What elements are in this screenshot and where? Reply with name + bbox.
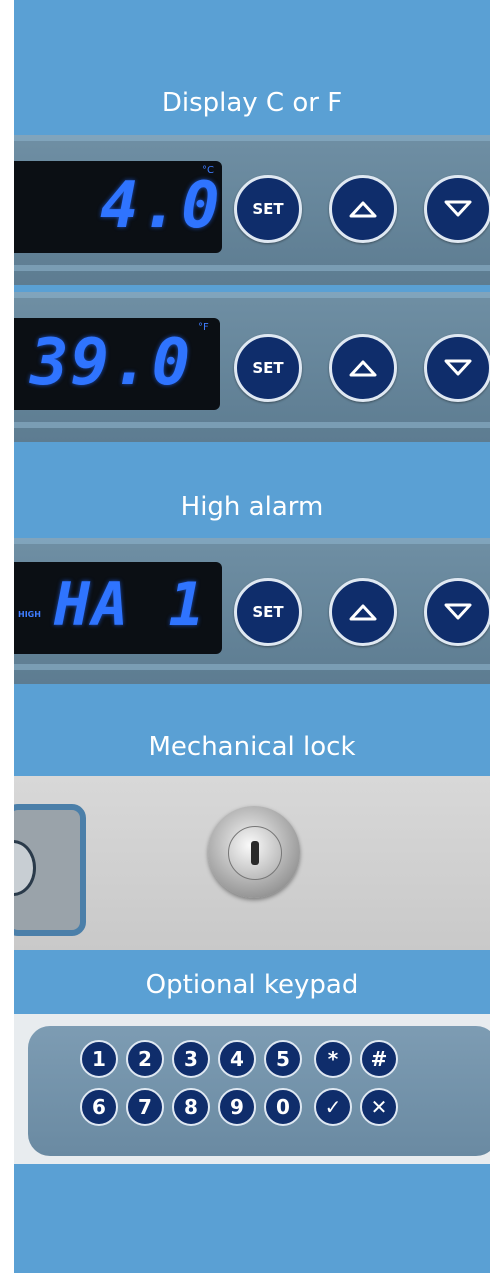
up-button[interactable] (329, 175, 397, 243)
keypad-key[interactable]: ✕ (360, 1088, 398, 1126)
down-arrow-icon (444, 603, 472, 620)
caption-high-alarm: High alarm (180, 492, 324, 522)
set-button[interactable]: SET (234, 334, 302, 402)
up-arrow-icon (349, 201, 377, 218)
alarm-code: HA 1 (54, 570, 207, 640)
up-button[interactable] (329, 578, 397, 646)
caption-keypad: Optional keypad (145, 970, 359, 1000)
set-button[interactable]: SET (234, 578, 302, 646)
unit-indicator: °F (198, 322, 209, 333)
keypad-key[interactable]: 9 (218, 1088, 256, 1126)
keypad-key[interactable]: 2 (126, 1040, 164, 1078)
temperature-reading: 39.0 (30, 326, 193, 400)
key-lock-icon[interactable] (208, 806, 300, 898)
lcd-display: HIGH HA 1 (14, 562, 222, 654)
down-arrow-icon (444, 200, 472, 217)
keypad-key[interactable]: 3 (172, 1040, 210, 1078)
keypad-key[interactable]: 6 (80, 1088, 118, 1126)
keypad-key[interactable]: 7 (126, 1088, 164, 1126)
unit-indicator: °C (202, 165, 214, 176)
caption-display: Display C or F (161, 88, 343, 118)
lcd-display: 39.0 °F (14, 318, 220, 410)
down-button[interactable] (424, 578, 490, 646)
caption-lock: Mechanical lock (148, 732, 356, 762)
up-arrow-icon (349, 604, 377, 621)
up-button[interactable] (329, 334, 397, 402)
keypad-key[interactable]: ✓ (314, 1088, 352, 1126)
keypad-key[interactable]: 4 (218, 1040, 256, 1078)
down-button[interactable] (424, 334, 490, 402)
down-arrow-icon (444, 359, 472, 376)
control-panel-celsius: 4.0 °C SET (14, 135, 490, 285)
lcd-display: 4.0 °C (14, 161, 222, 253)
keypad-key[interactable]: 8 (172, 1088, 210, 1126)
keypad-key[interactable]: 1 (80, 1040, 118, 1078)
keypad-plate: 1 2 3 4 5 * # 6 7 8 9 0 ✓ ✕ (28, 1026, 490, 1156)
high-indicator: HIGH (18, 610, 41, 619)
keypad-key[interactable]: # (360, 1040, 398, 1078)
set-button[interactable]: SET (234, 175, 302, 243)
keypad-key[interactable]: 0 (264, 1088, 302, 1126)
temperature-reading: 4.0 (100, 169, 222, 243)
keypad-key[interactable]: 5 (264, 1040, 302, 1078)
optional-keypad: 1 2 3 4 5 * # 6 7 8 9 0 ✓ ✕ (14, 1014, 490, 1164)
keypad-key[interactable]: * (314, 1040, 352, 1078)
control-panel-high-alarm: HIGH HA 1 SET (14, 538, 490, 684)
control-panel-fahrenheit: 39.0 °F SET (14, 292, 490, 442)
product-features-graphic: Display C or F 4.0 °C SET 39.0 °F SET Hi… (14, 0, 490, 1273)
mechanical-lock-panel (14, 776, 490, 950)
up-arrow-icon (349, 360, 377, 377)
door-handle-frame (14, 804, 86, 936)
down-button[interactable] (424, 175, 490, 243)
